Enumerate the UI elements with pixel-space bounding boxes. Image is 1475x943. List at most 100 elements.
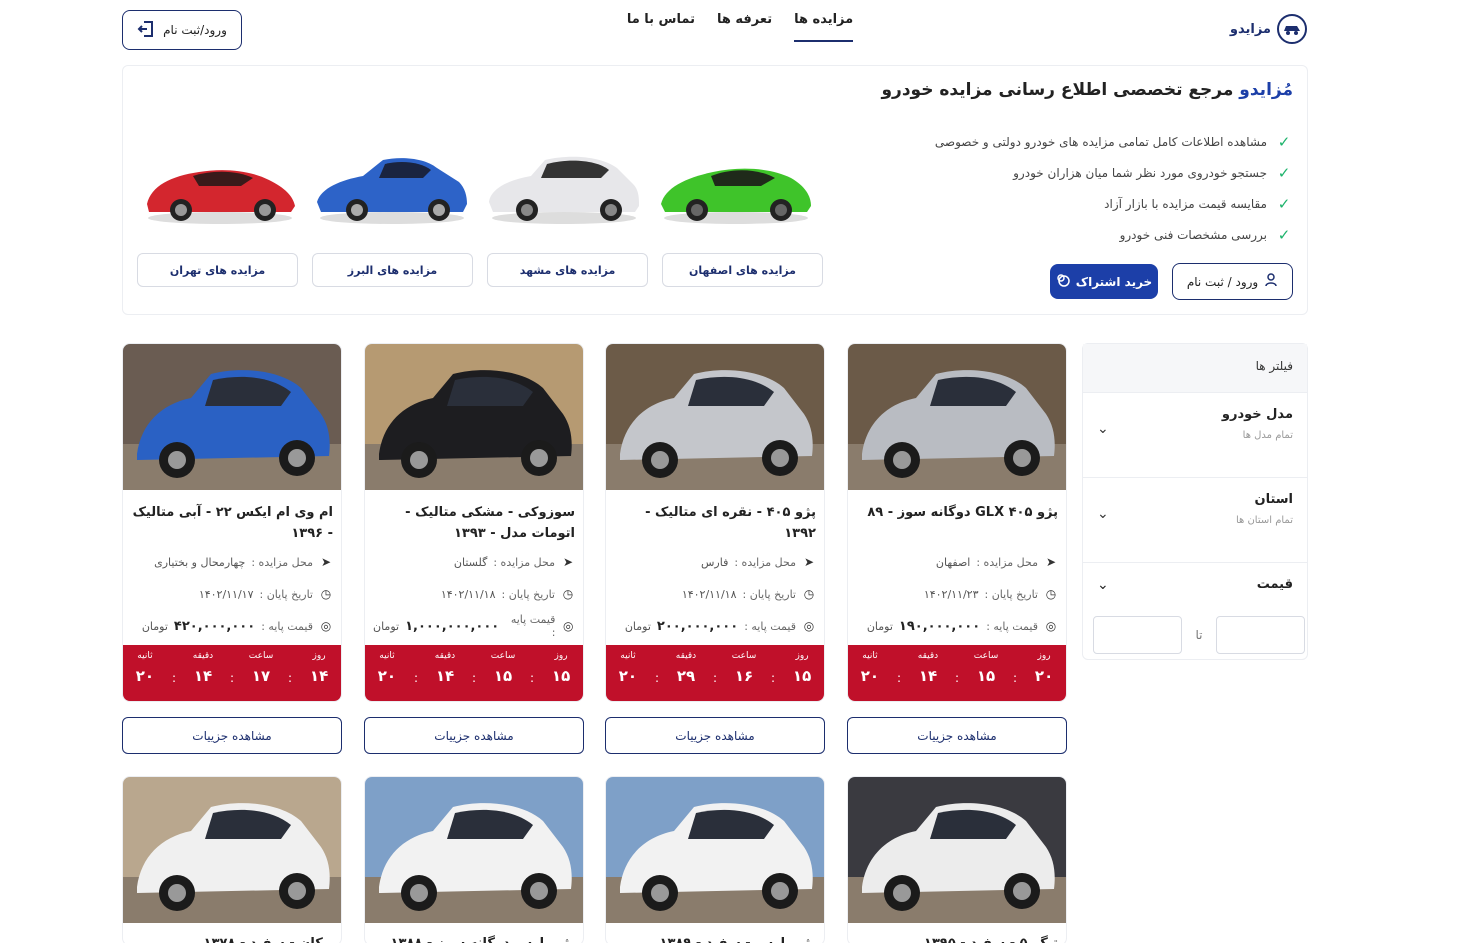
countdown-value: ۲۰ [618,667,638,685]
auction-card[interactable]: پژو ۴۰۵ - نقره ای متالیک - ۱۳۹۲ ➤ محل مزای… [605,343,825,702]
car-photo[interactable] [606,344,824,490]
countdown-seconds: ثانیه ۲۰ [132,651,158,701]
nav-pricing[interactable]: تعرفه ها [717,12,772,42]
coins-icon: ◎ [320,619,332,633]
chevron-down-icon[interactable]: ⌄ [1097,506,1109,522]
card-body: سوزوکی - مشکی متالیک - اتومات مدل - ۱۳۹۳… [365,490,583,642]
blue-sedan-image [313,146,471,226]
countdown-separator: : [654,671,659,685]
base-price-label: قیمت پایه : [510,613,556,639]
card-body: پژو پارس دوگانه سوز - ۱۳۸۸ [365,923,583,943]
card-title[interactable]: پژو ۴۰۵ - نقره ای متالیک - ۱۳۹۲ [614,502,816,546]
card-title[interactable]: پژو پارس - سفید - ۱۳۸۹ [614,933,816,943]
auction-card[interactable]: پژو پارس دوگانه سوز - ۱۳۸۸ [364,776,584,943]
countdown-separator: : [1013,671,1018,685]
auction-card[interactable]: ام وی ام ایکس ۲۲ - آبی متالیک - ۱۳۹۶ ➤ محل… [122,343,342,702]
auction-card[interactable]: پژو GLX ۴۰۵ دوگانه سوز - ۸۹ ➤ محل مزایده :… [847,343,1067,702]
base-price-label: قیمت پایه : [261,619,313,633]
filter-car-model[interactable]: مدل خودرو تمام مدل ها ⌄ [1083,393,1307,478]
car-photo[interactable] [365,344,583,490]
filter-subtitle: تمام مدل ها [1242,430,1293,441]
card-title[interactable]: سوزوکی - مشکی متالیک - اتومات مدل - ۱۳۹۳ [373,502,575,546]
countdown-separator: : [413,671,418,685]
countdown-separator: : [288,671,293,685]
car-photo[interactable] [848,777,1066,923]
countdown-seconds: ثانیه ۲۰ [374,651,400,701]
view-details-button[interactable]: مشاهده جزییات [847,717,1067,754]
card-title[interactable]: پژو پارس دوگانه سوز - ۱۳۸۸ [373,933,575,943]
countdown-separator: : [530,671,535,685]
city-button-mashhad[interactable]: مزایده های مشهد [487,253,648,287]
car-photo[interactable] [365,777,583,923]
filter-title: قیمت [1256,577,1293,592]
car-logo-icon [1277,14,1307,44]
hero-title-text: مرجع تخصصی اطلاع رسانی مزایده خودرو [881,80,1234,100]
card-title[interactable]: پیکان - سفید - ۱۳۷۸ [131,933,333,943]
hero-login-button[interactable]: ورود / ثبت نام [1172,263,1293,300]
view-details-button[interactable]: مشاهده جزییات [122,717,342,754]
card-title[interactable]: پژو GLX ۴۰۵ دوگانه سوز - ۸۹ [856,502,1058,546]
subscribe-button[interactable]: خرید اشتراک [1050,264,1158,299]
feature-text: جستجو خودروی مورد نظر شما میان هزاران خو… [1013,165,1267,180]
countdown-value: ۲۰ [135,667,155,685]
nav-contact[interactable]: تماس با ما [627,12,695,42]
feature-item: ✓ جستجو خودروی مورد نظر شما میان هزاران خ… [853,157,1293,188]
countdown-value: ۱۵ [976,667,996,685]
countdown-label: دقیقه [917,651,939,661]
feature-item: ✓ مشاهده اطلاعات کامل تمامی مزایده های خو… [853,126,1293,157]
feature-text: مقایسه قیمت مزایده با بازار آزاد [1104,196,1267,211]
auction-card[interactable]: تیگو ۵ - سفید - ۱۳۹۵ [847,776,1067,943]
countdown-value: ۲۰ [1034,667,1054,685]
car-photo[interactable] [123,777,341,923]
card-title[interactable]: تیگو ۵ - سفید - ۱۳۹۵ [856,933,1058,943]
filter-price[interactable]: قیمت ⌄ [1083,563,1307,623]
countdown-separator: : [229,671,235,685]
navigation-arrow-icon: ➤ [1045,555,1057,569]
chevron-down-icon[interactable]: ⌄ [1097,421,1109,437]
countdown-timer: روز ۱۵: ساعت ۱۶: دقیقه ۲۹: ثانیه ۲۰ [606,645,824,701]
countdown-minutes: دقیقه ۱۴ [190,651,216,701]
countdown-value: ۱۵ [792,667,812,685]
location-row: ➤ محل مزایده : چهارمحال و بختیاری [131,546,333,578]
countdown-label: ثانیه [620,651,636,661]
countdown-minutes: دقیقه ۱۴ [432,651,458,701]
car-photo[interactable] [848,344,1066,490]
car-photo[interactable] [123,344,341,490]
base-price-value: ۱,۰۰۰,۰۰۰,۰۰۰ [405,618,500,634]
filter-province[interactable]: استان تمام استان ها ⌄ [1083,478,1307,563]
price-to-label: تا [1195,628,1203,642]
city-button-alborz[interactable]: مزایده های البرز [312,253,473,287]
auction-card[interactable]: پژو پارس - سفید - ۱۳۸۹ [605,776,825,943]
city-button-tehran[interactable]: مزایده های تهران [137,253,298,287]
base-price-value: ۲۰۰,۰۰۰,۰۰۰ [656,618,739,634]
auction-card[interactable]: پیکان - سفید - ۱۳۷۸ [122,776,342,943]
countdown-label: روز [795,651,809,661]
view-details-button[interactable]: مشاهده جزییات [605,717,825,754]
nav-auctions[interactable]: مزایده ها [794,12,854,42]
countdown-label: روز [554,651,568,661]
base-price-label: قیمت پایه : [986,619,1038,633]
countdown-timer: روز ۱۴: ساعت ۱۷: دقیقه ۱۴: ثانیه ۲۰ [123,645,341,701]
filter-title: استان [1254,492,1293,507]
city-button-isfahan[interactable]: مزایده های اصفهان [662,253,823,287]
auction-card[interactable]: سوزوکی - مشکی متالیک - اتومات مدل - ۱۳۹۳… [364,343,584,702]
subscribe-label: خرید اشتراک [1075,274,1153,289]
end-date-label: تاریخ پایان : [259,587,314,601]
clock-icon: ◷ [562,587,574,601]
card-body: پژو پارس - سفید - ۱۳۸۹ [606,923,824,943]
countdown-separator: : [471,671,477,685]
card-body: تیگو ۵ - سفید - ۱۳۹۵ [848,923,1066,943]
view-details-button[interactable]: مشاهده جزییات [364,717,584,754]
currency-label: تومان [624,619,651,633]
car-photo[interactable] [606,777,824,923]
price-max-input[interactable] [1093,616,1182,654]
countdown-value: ۱۴ [309,667,329,685]
countdown-value: ۱۴ [918,667,938,685]
login-register-button[interactable]: ورود/ثبت نام [122,10,242,50]
chevron-down-icon[interactable]: ⌄ [1097,577,1109,593]
price-min-input[interactable] [1216,616,1305,654]
site-logo[interactable]: مزایدو [1227,12,1307,46]
card-title[interactable]: ام وی ام ایکس ۲۲ - آبی متالیک - ۱۳۹۶ [131,502,333,546]
check-icon: ✓ [1277,225,1291,244]
coins-icon [1056,273,1070,290]
